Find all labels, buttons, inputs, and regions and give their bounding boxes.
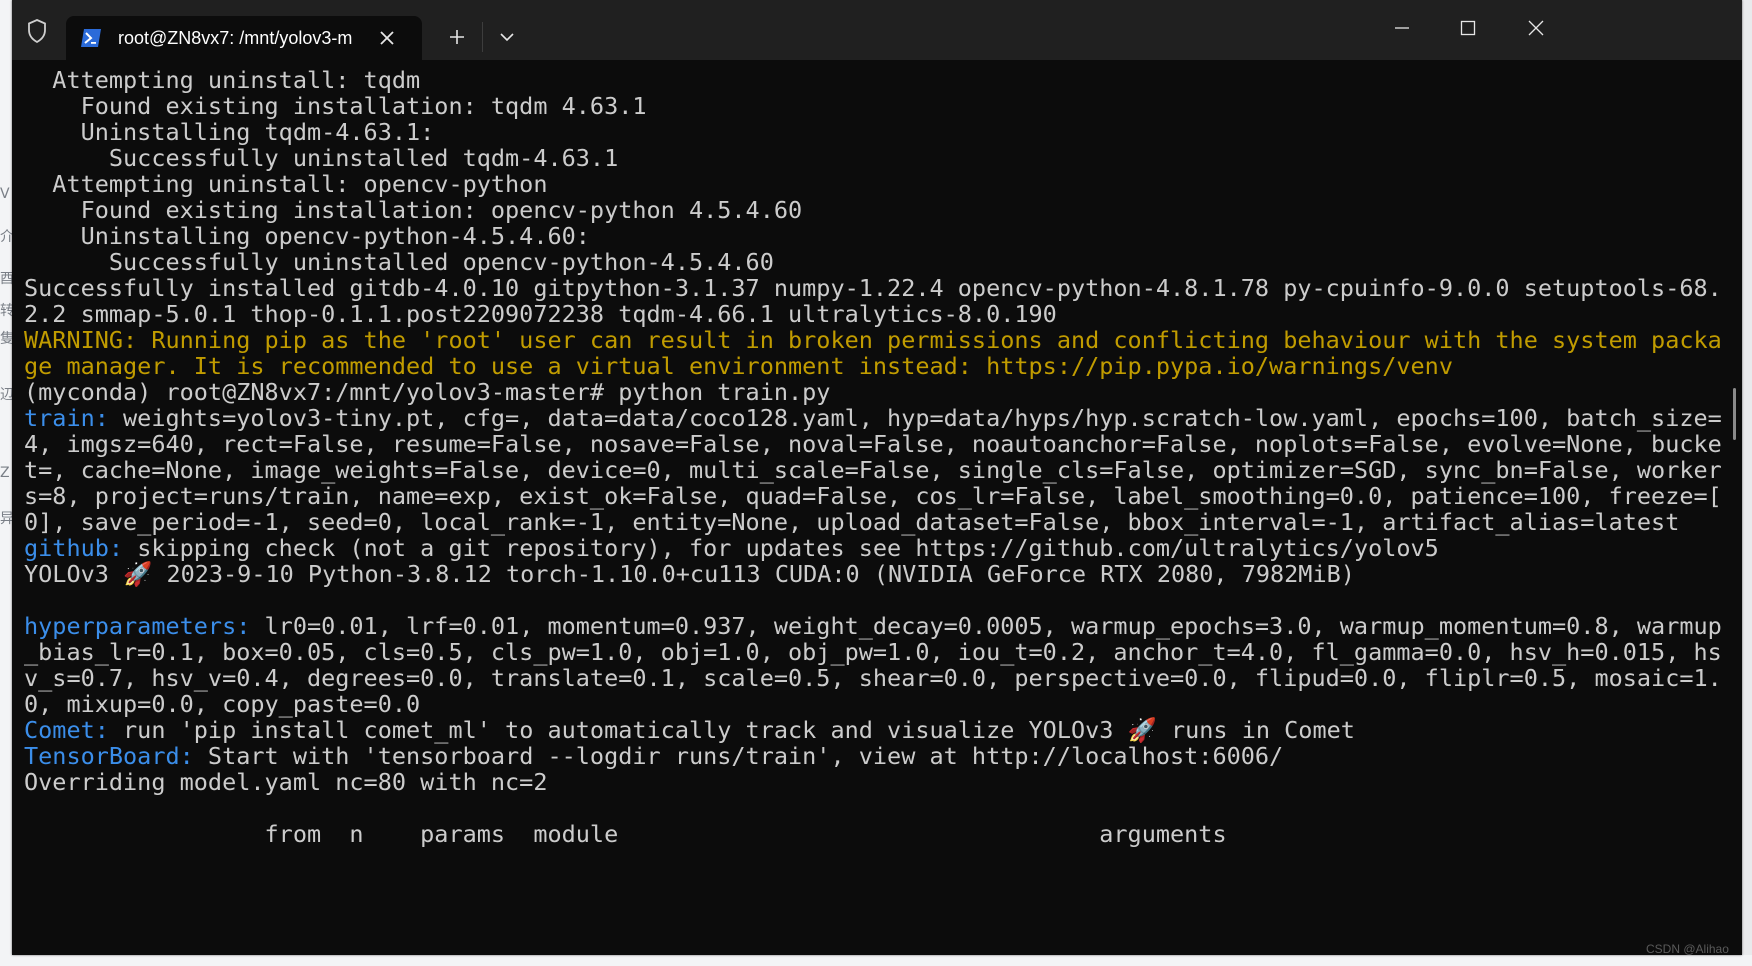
terminal-text: lr0=0.01, lrf=0.01, momentum=0.937, weig… <box>250 612 1722 640</box>
terminal-line: Successfully installed gitdb-4.0.10 gitp… <box>24 274 1722 303</box>
scrollbar-thumb[interactable] <box>1733 388 1736 440</box>
terminal-keyword: Comet: <box>24 716 109 744</box>
terminal-line: Attempting uninstall: opencv-python <box>24 170 547 199</box>
terminal-text: 0], save_period=-1, seed=0, local_rank=-… <box>24 508 1680 536</box>
terminal-text: t=, cache=None, image_weights=False, dev… <box>24 456 1722 484</box>
terminal-line: from n params module arguments <box>24 820 1227 849</box>
terminal-text: 0, mixup=0.0, copy_paste=0.0 <box>24 690 421 718</box>
terminal-line: 0, mixup=0.0, copy_paste=0.0 <box>24 690 420 719</box>
terminal-line: TensorBoard: Start with 'tensorboard --l… <box>24 742 1283 771</box>
terminal-text: Attempting uninstall: tqdm <box>24 66 421 94</box>
terminal-line: Uninstalling tqdm-4.63.1: <box>24 118 435 147</box>
terminal-text: Successfully uninstalled tqdm-4.63.1 <box>24 144 619 172</box>
terminal-text: (myconda) root@ZN8vx7:/mnt/yolov3-master… <box>24 378 831 406</box>
terminal-text: Attempting uninstall: opencv-python <box>24 170 548 198</box>
maximize-icon[interactable] <box>1440 8 1496 48</box>
terminal-text: 4, imgsz=640, rect=False, resume=False, … <box>24 430 1722 458</box>
terminal-text: Found existing installation: opencv-pyth… <box>24 196 803 224</box>
terminal-line: WARNING: Running pip as the 'root' user … <box>24 326 1722 355</box>
terminal-text: Found existing installation: tqdm 4.63.1 <box>24 92 647 120</box>
scrollbar[interactable] <box>1730 60 1742 955</box>
shield-icon[interactable] <box>22 16 52 46</box>
terminal-text: v_s=0.7, hsv_v=0.4, degrees=0.0, transla… <box>24 664 1722 692</box>
terminal-text: Uninstalling tqdm-4.63.1: <box>24 118 435 146</box>
terminal-text: 2.2 smmap-5.0.1 thop-0.1.1.post220907223… <box>24 300 1057 328</box>
terminal-line: Overriding model.yaml nc=80 with nc=2 <box>24 768 547 797</box>
terminal-text: YOLOv3 🚀 2023-9-10 Python-3.8.12 torch-1… <box>24 560 1355 588</box>
background-fragment: V <box>0 186 10 202</box>
terminal-line: Comet: run 'pip install comet_ml' to aut… <box>24 716 1355 745</box>
terminal-line: hyperparameters: lr0=0.01, lrf=0.01, mom… <box>24 612 1722 641</box>
close-icon[interactable] <box>374 25 400 51</box>
chevron-down-icon[interactable] <box>490 22 524 52</box>
terminal-line: Successfully uninstalled tqdm-4.63.1 <box>24 144 618 173</box>
terminal-keyword: hyperparameters: <box>24 612 251 640</box>
terminal-text: Successfully installed gitdb-4.0.10 gitp… <box>24 274 1722 302</box>
terminal-text: weights=yolov3-tiny.pt, cfg=, data=data/… <box>108 404 1722 432</box>
terminal-line: Successfully uninstalled opencv-python-4… <box>24 248 774 277</box>
close-window-icon[interactable] <box>1508 8 1564 48</box>
terminal-line: 0], save_period=-1, seed=0, local_rank=-… <box>24 508 1679 537</box>
terminal-text: skipping check (not a git repository), f… <box>123 534 1439 562</box>
terminal-line: YOLOv3 🚀 2023-9-10 Python-3.8.12 torch-1… <box>24 560 1355 589</box>
terminal-window: root@ZN8vx7: /mnt/yolov3-m Attempting un… <box>12 0 1742 955</box>
watermark: CSDN @Alihao <box>1646 942 1729 956</box>
terminal-line: ge manager. It is recommended to use a v… <box>24 352 1453 381</box>
powershell-icon <box>80 28 102 48</box>
terminal-line: 4, imgsz=640, rect=False, resume=False, … <box>24 430 1722 459</box>
terminal-line: 2.2 smmap-5.0.1 thop-0.1.1.post220907223… <box>24 300 1057 329</box>
terminal-line: v_s=0.7, hsv_v=0.4, degrees=0.0, transla… <box>24 664 1722 693</box>
terminal-line: t=, cache=None, image_weights=False, dev… <box>24 456 1722 485</box>
minimize-icon[interactable] <box>1374 8 1430 48</box>
terminal-keyword: github: <box>24 534 124 562</box>
toolbar-divider <box>482 22 483 52</box>
title-bar[interactable]: root@ZN8vx7: /mnt/yolov3-m <box>12 0 1742 60</box>
terminal-line: train: weights=yolov3-tiny.pt, cfg=, dat… <box>24 404 1722 433</box>
terminal-text: _bias_lr=0.1, box=0.05, cls=0.5, cls_pw=… <box>24 638 1722 666</box>
terminal-output[interactable]: Attempting uninstall: tqdm Found existin… <box>12 60 1732 955</box>
terminal-text: Start with 'tensorboard --logdir runs/tr… <box>193 742 1284 770</box>
background-app-bottom <box>0 955 1752 966</box>
terminal-text: Uninstalling opencv-python-4.5.4.60: <box>24 222 590 250</box>
terminal-keyword: TensorBoard: <box>24 742 194 770</box>
terminal-line: Found existing installation: opencv-pyth… <box>24 196 803 225</box>
terminal-line: (myconda) root@ZN8vx7:/mnt/yolov3-master… <box>24 378 830 407</box>
terminal-keyword: train: <box>24 404 109 432</box>
terminal-text: Successfully uninstalled opencv-python-4… <box>24 248 774 276</box>
background-fragment: Z <box>0 465 10 481</box>
terminal-keyword: WARNING: Running pip as the 'root' user … <box>24 326 1722 354</box>
terminal-keyword: ge manager. It is recommended to use a v… <box>24 352 1453 380</box>
terminal-line: Uninstalling opencv-python-4.5.4.60: <box>24 222 590 251</box>
terminal-text: s=8, project=runs/train, name=exp, exist… <box>24 482 1722 510</box>
plus-icon[interactable] <box>440 22 474 52</box>
terminal-text: from n params module arguments <box>24 820 1227 848</box>
terminal-text: run 'pip install comet_ml' to automatica… <box>108 716 1355 744</box>
tab-terminal[interactable]: root@ZN8vx7: /mnt/yolov3-m <box>66 16 422 60</box>
terminal-line: Attempting uninstall: tqdm <box>24 66 420 95</box>
terminal-line: s=8, project=runs/train, name=exp, exist… <box>24 482 1722 511</box>
terminal-line: Found existing installation: tqdm 4.63.1 <box>24 92 647 121</box>
terminal-text: Overriding model.yaml nc=80 with nc=2 <box>24 768 548 796</box>
terminal-line: _bias_lr=0.1, box=0.05, cls=0.5, cls_pw=… <box>24 638 1722 667</box>
terminal-line: github: skipping check (not a git reposi… <box>24 534 1439 563</box>
tab-title: root@ZN8vx7: /mnt/yolov3-m <box>118 28 353 48</box>
